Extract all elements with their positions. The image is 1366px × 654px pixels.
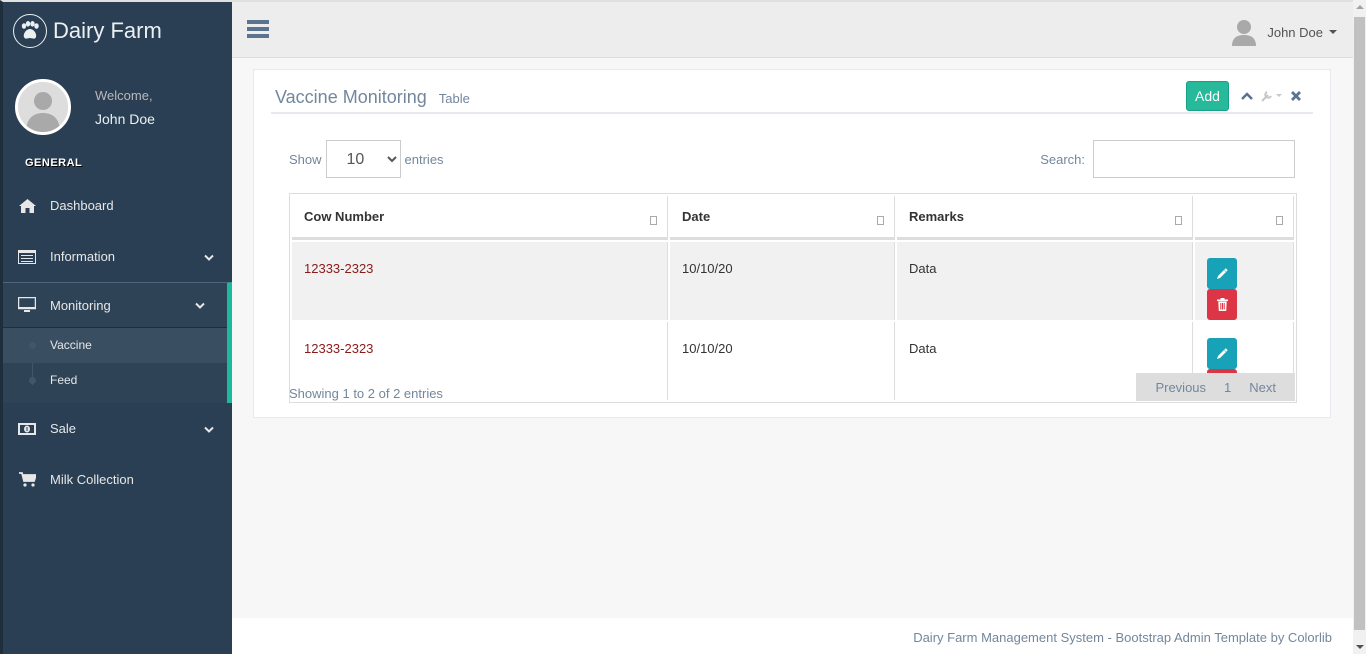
section-title-general: GENERAL: [25, 157, 83, 169]
pencil-icon: [1217, 267, 1228, 279]
search-input[interactable]: [1093, 140, 1295, 178]
shopping-cart-icon: [17, 471, 37, 489]
app-title: Dairy Farm: [53, 18, 162, 43]
table-info: Showing 1 to 2 of 2 entries: [289, 386, 443, 401]
scroll-thumb[interactable]: [1354, 17, 1365, 630]
vaccine-panel: Vaccine Monitoring Table Add Show 10 entr…: [253, 69, 1331, 418]
vaccine-table: Cow Number Date Remarks 12333-2323 10/10…: [289, 193, 1297, 403]
table-row: 12333-2323 10/10/20 Data: [292, 242, 1294, 320]
sidebar-item-milk-collection[interactable]: Milk Collection: [3, 454, 232, 505]
panel-subtitle: Table: [438, 91, 470, 106]
close-icon[interactable]: [1291, 91, 1301, 101]
profile: Welcome, John Doe: [3, 60, 232, 154]
search-label: Search:: [1040, 151, 1085, 167]
money-icon: [17, 420, 37, 438]
chevron-down-icon: [204, 421, 214, 436]
scroll-up-arrow-icon[interactable]: [1356, 5, 1364, 9]
sidebar-item-monitoring[interactable]: Monitoring: [3, 283, 227, 327]
wrench-icon[interactable]: [1261, 90, 1283, 102]
monitoring-submenu: Vaccine Feed: [3, 327, 227, 403]
add-button[interactable]: Add: [1186, 81, 1229, 111]
welcome-text: Welcome,: [95, 87, 153, 103]
paw-icon: [13, 14, 47, 48]
cow-number-link[interactable]: 12333-2323: [304, 261, 373, 276]
sidebar: Dairy Farm Welcome, John Doe GENERAL Das…: [0, 0, 232, 654]
cow-number-link[interactable]: 12333-2323: [304, 341, 373, 356]
sidebar-item-label: Milk Collection: [50, 472, 134, 487]
home-icon: [17, 197, 37, 215]
sidebar-item-label: Dashboard: [50, 198, 114, 213]
column-header-remarks[interactable]: Remarks: [897, 196, 1193, 240]
brand[interactable]: Dairy Farm: [3, 2, 232, 60]
desktop-icon: [17, 296, 37, 314]
column-header-date[interactable]: Date: [670, 196, 895, 240]
sidebar-item-sale[interactable]: Sale: [3, 403, 232, 454]
panel-toolbox: Add: [1186, 81, 1305, 111]
sort-icon: [650, 216, 657, 225]
sidebar-subitem-feed[interactable]: Feed: [3, 363, 227, 398]
sidebar-item-label: Information: [50, 249, 116, 264]
entries-label: entries: [404, 151, 444, 167]
user-avatar-icon: [1232, 20, 1257, 46]
caret-down-icon: [1329, 30, 1337, 34]
main-content: Vaccine Monitoring Table Add Show 10 entr…: [232, 58, 1353, 618]
previous-page-button[interactable]: Previous: [1155, 380, 1206, 395]
user-name: John Doe: [1267, 24, 1323, 40]
date-cell: 10/10/20: [670, 322, 895, 400]
sidebar-item-information[interactable]: Information: [3, 231, 232, 282]
sidebar-subitem-vaccine[interactable]: Vaccine: [3, 328, 227, 363]
actions-cell: [1195, 242, 1294, 320]
column-header-actions[interactable]: [1195, 196, 1294, 240]
panel-title: Vaccine Monitoring Table: [275, 87, 470, 107]
menu-toggle-icon[interactable]: [247, 20, 269, 41]
panel-header: Vaccine Monitoring Table Add: [271, 70, 1313, 114]
column-header-cow-number[interactable]: Cow Number: [292, 196, 668, 240]
sidebar-item-dashboard[interactable]: Dashboard: [3, 180, 232, 231]
show-label: Show: [289, 151, 322, 167]
date-cell: 10/10/20: [670, 242, 895, 320]
next-page-button[interactable]: Next: [1249, 380, 1276, 395]
scroll-down-arrow-icon[interactable]: [1356, 645, 1364, 649]
page-number-button[interactable]: 1: [1224, 380, 1231, 395]
sort-icon: [877, 216, 884, 225]
top-nav: John Doe: [232, 0, 1353, 58]
edit-button[interactable]: [1207, 338, 1237, 369]
sort-icon: [1276, 216, 1283, 225]
sort-icon: [1175, 216, 1182, 225]
search-control: Search:: [1040, 140, 1295, 178]
sidebar-group-monitoring: Monitoring Vaccine Feed: [3, 282, 232, 403]
chevron-down-icon: [195, 298, 205, 313]
delete-button[interactable]: [1207, 289, 1237, 320]
edit-button[interactable]: [1207, 258, 1237, 289]
avatar: [15, 79, 71, 135]
pagination: Previous 1 Next: [1136, 373, 1295, 401]
profile-name: John Doe: [95, 110, 155, 127]
sidebar-item-label: Monitoring: [50, 297, 111, 313]
list-alt-icon: [17, 248, 37, 266]
page-length-select[interactable]: 10: [325, 140, 401, 178]
trash-icon: [1216, 298, 1228, 311]
chevron-up-icon[interactable]: [1241, 91, 1253, 101]
pencil-icon: [1217, 347, 1228, 359]
sidebar-item-label: Sale: [50, 421, 77, 436]
page-length-control: Show 10 entries: [289, 140, 444, 178]
user-menu[interactable]: John Doe: [1231, 18, 1337, 46]
chevron-down-icon: [204, 249, 214, 264]
remarks-cell: Data: [897, 242, 1193, 320]
page-scrollbar[interactable]: [1353, 0, 1366, 654]
footer: Dairy Farm Management System - Bootstrap…: [232, 618, 1353, 654]
